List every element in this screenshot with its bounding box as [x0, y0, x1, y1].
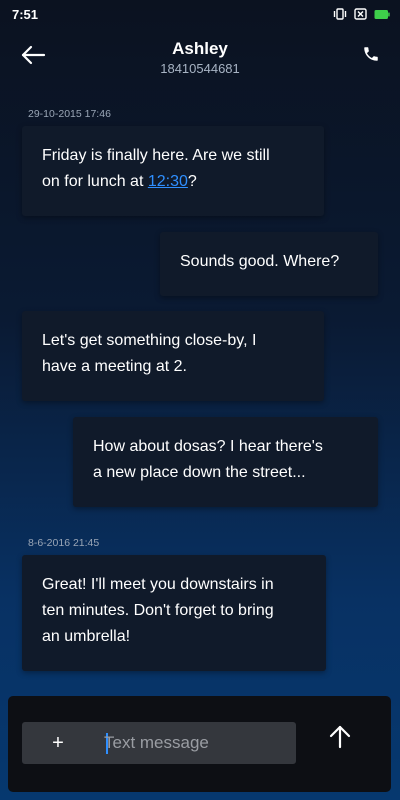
status-time: 7:51	[12, 6, 39, 22]
message-input-box[interactable]: +	[22, 722, 296, 764]
time-link[interactable]: 12:30	[148, 173, 188, 190]
message-line: Sounds good. Where?	[180, 253, 340, 270]
contact-name: Ashley	[172, 39, 228, 58]
send-arrow-icon	[329, 725, 351, 749]
message-line: on for lunch at 12:30?	[42, 169, 304, 195]
message-bubble-incoming[interactable]: Let's get something close-by, I have a m…	[22, 311, 324, 401]
contact-number: 18410544681	[160, 61, 240, 76]
call-button[interactable]	[362, 45, 382, 65]
message-line: Let's get something close-by, I	[42, 332, 257, 349]
message-bubble-outgoing[interactable]: How about dosas? I hear there's a new pl…	[73, 417, 378, 507]
message-line: How about dosas? I hear there's	[93, 438, 323, 455]
message-line: Great! I'll meet you downstairs in	[42, 576, 274, 593]
phone-icon	[364, 47, 378, 61]
send-button[interactable]	[328, 724, 358, 754]
plus-icon[interactable]: +	[50, 731, 66, 755]
message-bubble-incoming[interactable]: Friday is finally here. Are we still on …	[22, 126, 324, 216]
message-input[interactable]	[104, 729, 290, 757]
status-bar: 7:51	[0, 0, 400, 28]
message-text: ?	[187, 173, 197, 190]
status-icons	[333, 8, 390, 20]
message-line: Friday is finally here. Are we still	[42, 147, 270, 164]
message-line: have a meeting at 2.	[42, 358, 187, 375]
vibrate-icon	[333, 8, 347, 20]
message-line: ten minutes. Don't forget to bring	[42, 602, 274, 619]
message-bubble-outgoing[interactable]: Sounds good. Where?	[160, 232, 378, 296]
timestamp: 8-6-2016 21:45	[28, 537, 100, 549]
battery-icon	[374, 9, 390, 19]
no-sim-icon	[354, 8, 367, 20]
timestamp: 29-10-2015 17:46	[28, 108, 111, 120]
message-composer: +	[8, 696, 391, 792]
message-line: an umbrella!	[42, 628, 131, 645]
message-line: a new place down the street...	[93, 464, 306, 481]
message-text: on for lunch at	[42, 173, 148, 190]
message-bubble-incoming[interactable]: Great! I'll meet you downstairs in ten m…	[22, 555, 326, 671]
conversation-header: Ashley 18410544681	[0, 30, 400, 86]
